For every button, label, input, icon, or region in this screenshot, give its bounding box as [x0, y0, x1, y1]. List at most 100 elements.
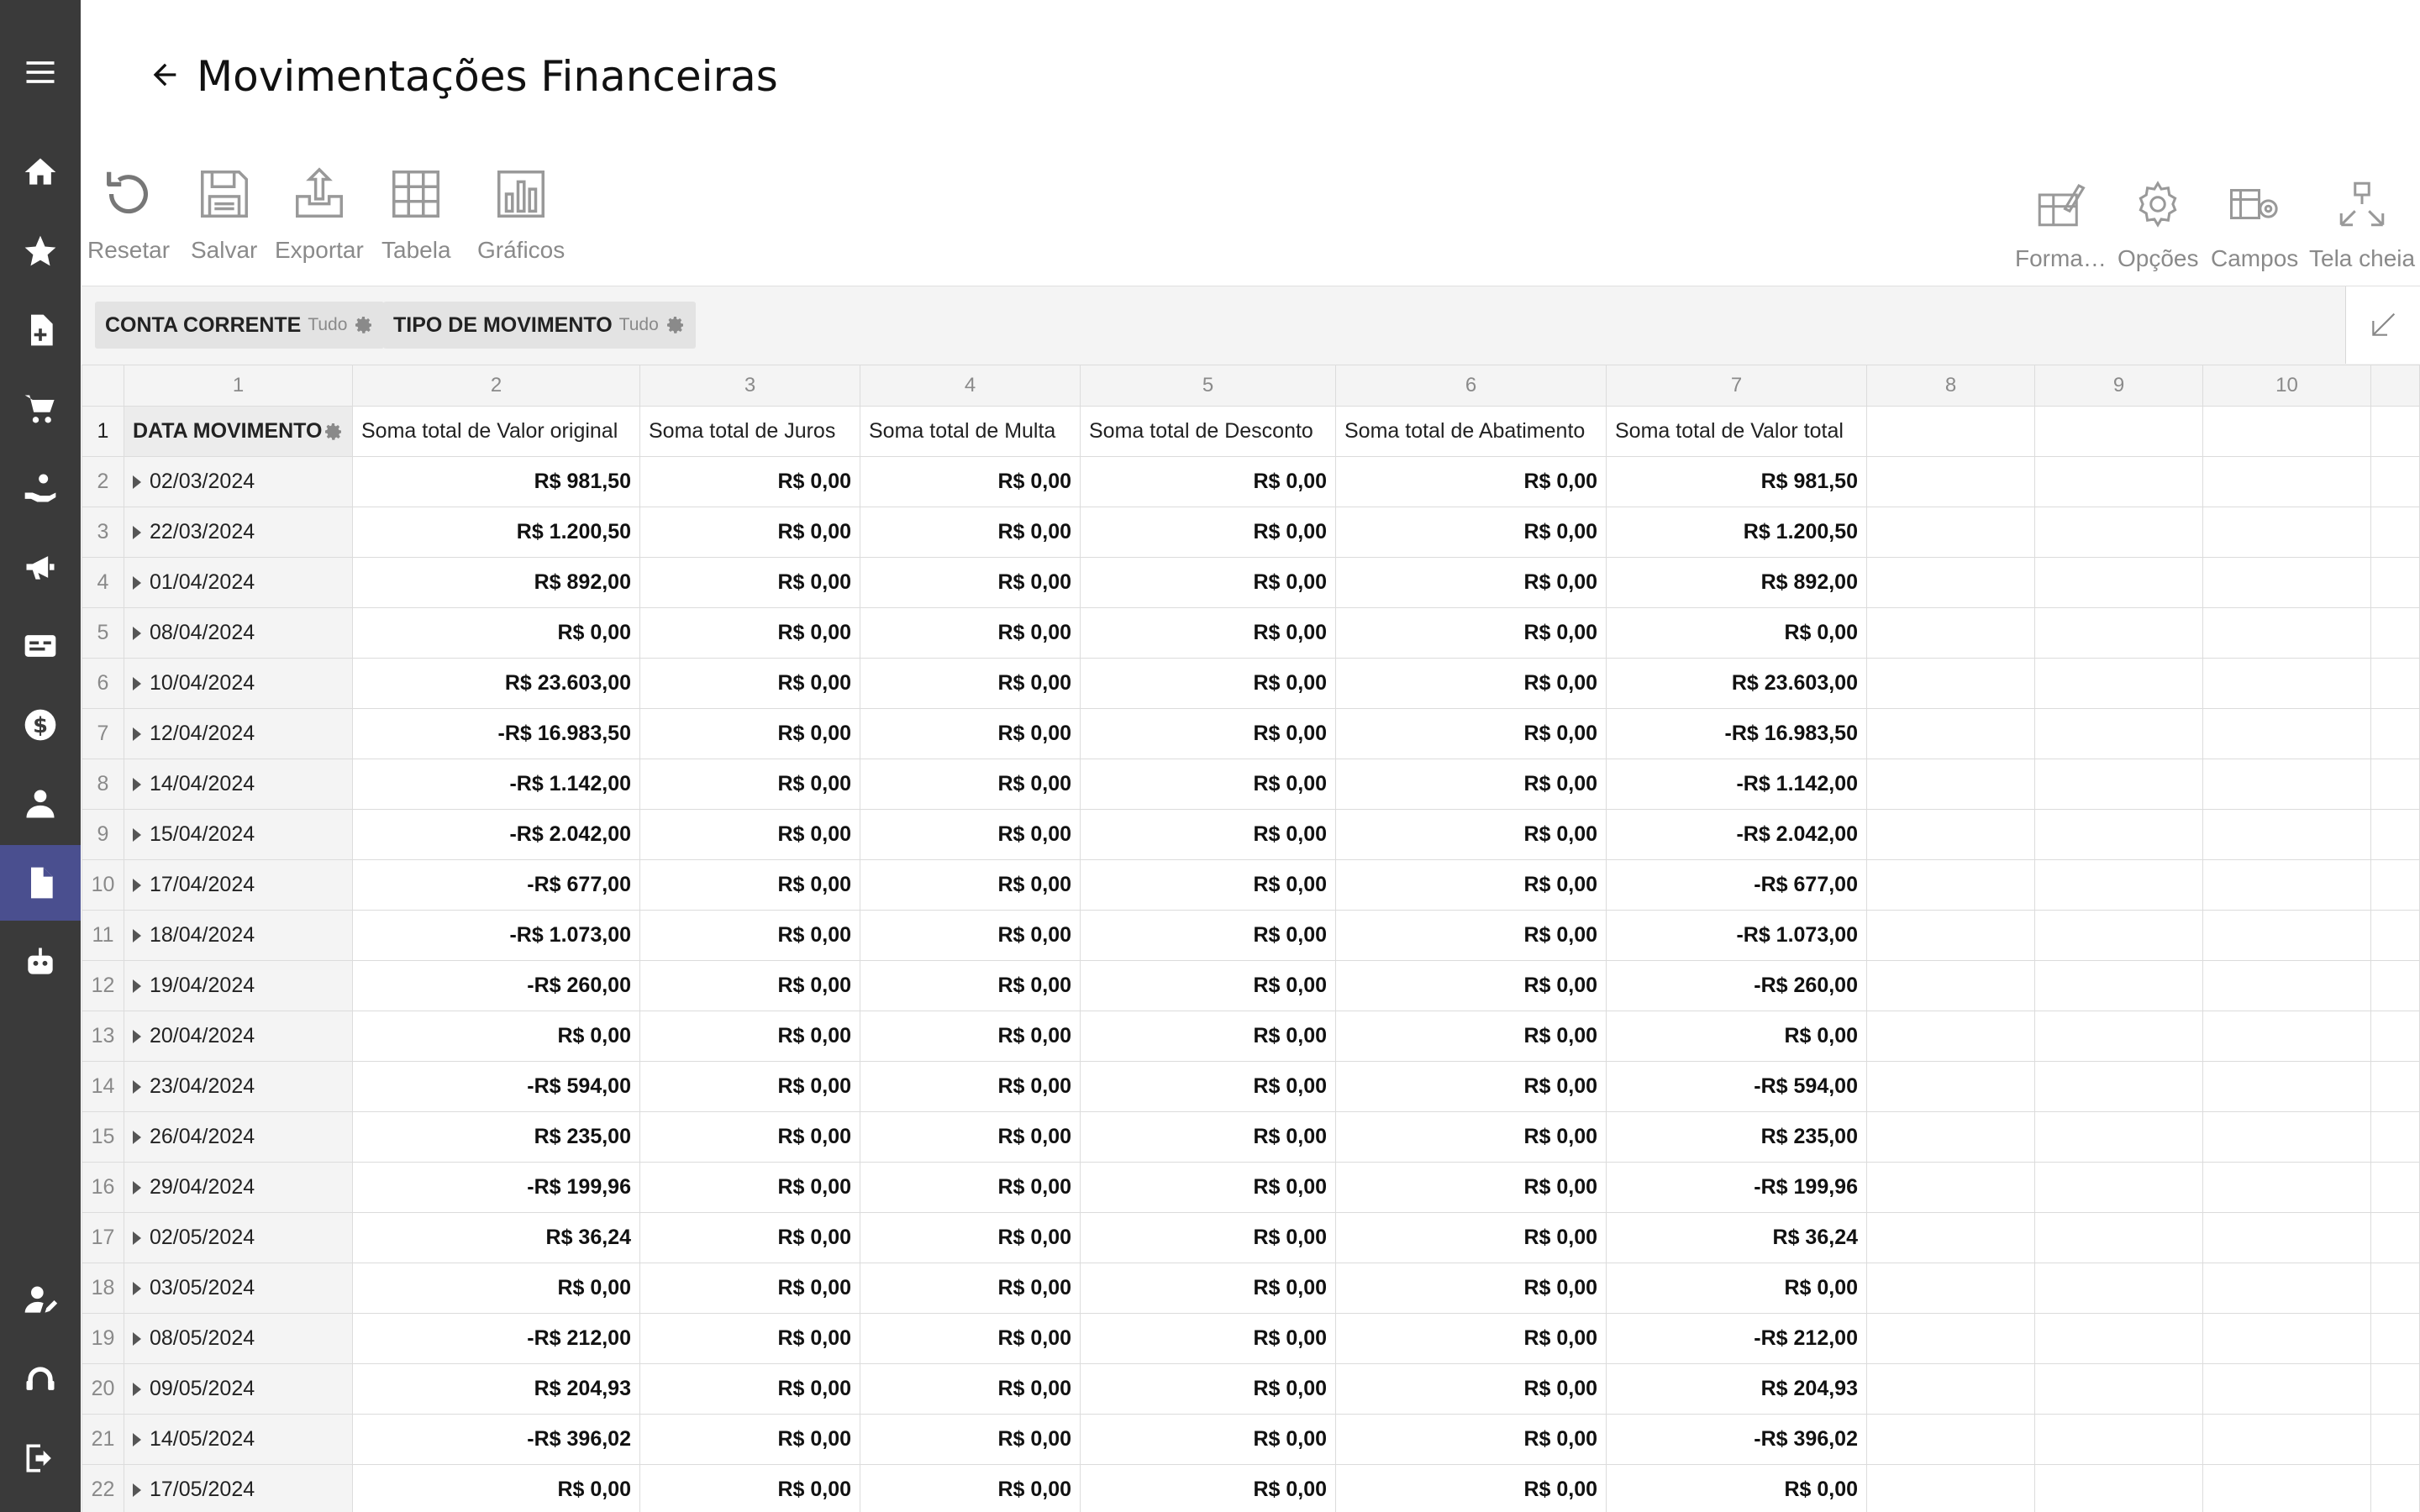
value-abatimento-cell[interactable]: R$ 0,00 — [1335, 960, 1607, 1011]
expand-triangle-icon[interactable] — [133, 828, 141, 843]
expand-triangle-icon[interactable] — [133, 677, 141, 691]
reset-button[interactable]: Resetar — [87, 165, 170, 264]
value-original-cell[interactable]: R$ 0,00 — [352, 1263, 640, 1314]
value-desconto-cell[interactable]: R$ 0,00 — [1080, 960, 1336, 1011]
sidebar-item-marketing[interactable] — [0, 529, 81, 605]
menu-button[interactable] — [0, 34, 81, 110]
table-row[interactable]: 6 10/04/2024 R$ 23.603,00 R$ 0,00 R$ 0,00 R$ … — [82, 658, 2420, 709]
row-field-header[interactable]: DATA MOVIMENTO — [124, 406, 353, 457]
value-original-cell[interactable]: -R$ 16.983,50 — [352, 708, 640, 759]
filter-chip-tipo-movimento[interactable]: TIPO DE MOVIMENTO Tudo — [383, 302, 696, 349]
fields-button[interactable]: Campos — [2211, 176, 2298, 272]
value-desconto-cell[interactable]: R$ 0,00 — [1080, 1464, 1336, 1512]
column-number[interactable]: 8 — [1866, 365, 2035, 407]
value-total-cell[interactable]: -R$ 199,96 — [1606, 1162, 1867, 1213]
value-original-cell[interactable]: -R$ 212,00 — [352, 1313, 640, 1364]
value-multa-cell[interactable]: R$ 0,00 — [860, 1263, 1081, 1314]
gear-icon[interactable] — [324, 422, 344, 442]
table-row[interactable]: 15 26/04/2024 R$ 235,00 R$ 0,00 R$ 0,00 R$ 0,… — [82, 1111, 2420, 1163]
value-multa-cell[interactable]: R$ 0,00 — [860, 1363, 1081, 1415]
row-date-cell[interactable]: 08/05/2024 — [124, 1313, 353, 1364]
row-date-cell[interactable]: 12/04/2024 — [124, 708, 353, 759]
value-desconto-cell[interactable]: R$ 0,00 — [1080, 557, 1336, 608]
value-juros-cell[interactable]: R$ 0,00 — [639, 1111, 860, 1163]
value-original-cell[interactable]: R$ 1.200,50 — [352, 507, 640, 558]
sidebar-item-logout[interactable] — [0, 1420, 81, 1496]
value-multa-cell[interactable]: R$ 0,00 — [860, 1061, 1081, 1112]
value-original-cell[interactable]: R$ 23.603,00 — [352, 658, 640, 709]
value-original-cell[interactable]: R$ 204,93 — [352, 1363, 640, 1415]
value-multa-cell[interactable]: R$ 0,00 — [860, 759, 1081, 810]
value-total-cell[interactable]: -R$ 212,00 — [1606, 1313, 1867, 1364]
value-abatimento-cell[interactable]: R$ 0,00 — [1335, 1061, 1607, 1112]
row-date-cell[interactable]: 19/04/2024 — [124, 960, 353, 1011]
value-total-cell[interactable]: -R$ 1.073,00 — [1606, 910, 1867, 961]
row-date-cell[interactable]: 14/05/2024 — [124, 1414, 353, 1465]
value-original-cell[interactable]: -R$ 1.142,00 — [352, 759, 640, 810]
value-multa-cell[interactable]: R$ 0,00 — [860, 1162, 1081, 1213]
value-multa-cell[interactable]: R$ 0,00 — [860, 1464, 1081, 1512]
sidebar-item-support[interactable] — [0, 1341, 81, 1417]
value-original-cell[interactable]: -R$ 199,96 — [352, 1162, 640, 1213]
row-date-cell[interactable]: 10/04/2024 — [124, 658, 353, 709]
table-row[interactable]: 5 08/04/2024 R$ 0,00 R$ 0,00 R$ 0,00 R$ 0,00 R… — [82, 607, 2420, 659]
value-juros-cell[interactable]: R$ 0,00 — [639, 1263, 860, 1314]
expand-triangle-icon[interactable] — [133, 778, 141, 792]
value-multa-cell[interactable]: R$ 0,00 — [860, 507, 1081, 558]
row-date-cell[interactable]: 22/03/2024 — [124, 507, 353, 558]
table-row[interactable]: 3 22/03/2024 R$ 1.200,50 R$ 0,00 R$ 0,00 R$ 0… — [82, 507, 2420, 558]
expand-triangle-icon[interactable] — [133, 727, 141, 742]
save-button[interactable]: Salvar — [191, 165, 257, 264]
value-total-cell[interactable]: R$ 981,50 — [1606, 456, 1867, 507]
value-original-cell[interactable]: -R$ 1.073,00 — [352, 910, 640, 961]
value-multa-cell[interactable]: R$ 0,00 — [860, 1313, 1081, 1364]
table-row[interactable]: 9 15/04/2024 -R$ 2.042,00 R$ 0,00 R$ 0,00 R$ … — [82, 809, 2420, 860]
sidebar-item-bills[interactable] — [0, 608, 81, 684]
value-juros-cell[interactable]: R$ 0,00 — [639, 607, 860, 659]
format-button[interactable]: Forma… — [2015, 176, 2107, 272]
value-abatimento-cell[interactable]: R$ 0,00 — [1335, 1464, 1607, 1512]
sidebar-item-finance[interactable]: $ — [0, 687, 81, 763]
value-multa-cell[interactable]: R$ 0,00 — [860, 910, 1081, 961]
expand-triangle-icon[interactable] — [133, 1080, 141, 1095]
value-abatimento-cell[interactable]: R$ 0,00 — [1335, 859, 1607, 911]
row-date-cell[interactable]: 20/04/2024 — [124, 1011, 353, 1062]
value-multa-cell[interactable]: R$ 0,00 — [860, 809, 1081, 860]
table-row[interactable]: 18 03/05/2024 R$ 0,00 R$ 0,00 R$ 0,00 R$ 0,00… — [82, 1263, 2420, 1314]
expand-triangle-icon[interactable] — [133, 1383, 141, 1397]
value-desconto-cell[interactable]: R$ 0,00 — [1080, 507, 1336, 558]
value-total-cell[interactable]: R$ 0,00 — [1606, 1263, 1867, 1314]
value-desconto-cell[interactable]: R$ 0,00 — [1080, 1313, 1336, 1364]
row-date-cell[interactable]: 02/03/2024 — [124, 456, 353, 507]
value-abatimento-cell[interactable]: R$ 0,00 — [1335, 1011, 1607, 1062]
expand-triangle-icon[interactable] — [133, 879, 141, 893]
value-total-cell[interactable]: -R$ 396,02 — [1606, 1414, 1867, 1465]
value-abatimento-cell[interactable]: R$ 0,00 — [1335, 809, 1607, 860]
sidebar-item-favorites[interactable] — [0, 213, 81, 289]
expand-triangle-icon[interactable] — [133, 1131, 141, 1145]
expand-triangle-icon[interactable] — [133, 929, 141, 943]
value-juros-cell[interactable]: R$ 0,00 — [639, 658, 860, 709]
measure-header[interactable]: Soma total de Valor original — [352, 406, 640, 457]
column-number[interactable]: 2 — [352, 365, 640, 407]
value-desconto-cell[interactable]: R$ 0,00 — [1080, 708, 1336, 759]
row-date-cell[interactable]: 23/04/2024 — [124, 1061, 353, 1112]
value-desconto-cell[interactable]: R$ 0,00 — [1080, 1011, 1336, 1062]
table-row[interactable]: 17 02/05/2024 R$ 36,24 R$ 0,00 R$ 0,00 R$ 0,0… — [82, 1212, 2420, 1263]
value-juros-cell[interactable]: R$ 0,00 — [639, 1464, 860, 1512]
value-juros-cell[interactable]: R$ 0,00 — [639, 910, 860, 961]
value-abatimento-cell[interactable]: R$ 0,00 — [1335, 1414, 1607, 1465]
value-total-cell[interactable]: R$ 23.603,00 — [1606, 658, 1867, 709]
value-total-cell[interactable]: R$ 0,00 — [1606, 1011, 1867, 1062]
table-row[interactable]: 20 09/05/2024 R$ 204,93 R$ 0,00 R$ 0,00 R$ 0,… — [82, 1363, 2420, 1415]
table-row[interactable]: 22 17/05/2024 R$ 0,00 R$ 0,00 R$ 0,00 R$ 0,00… — [82, 1464, 2420, 1512]
value-juros-cell[interactable]: R$ 0,00 — [639, 809, 860, 860]
fullscreen-button[interactable]: Tela cheia — [2309, 176, 2415, 272]
value-juros-cell[interactable]: R$ 0,00 — [639, 456, 860, 507]
collapse-filters-button[interactable] — [2345, 286, 2420, 364]
row-date-cell[interactable]: 17/04/2024 — [124, 859, 353, 911]
value-multa-cell[interactable]: R$ 0,00 — [860, 456, 1081, 507]
sidebar-item-receivables[interactable] — [0, 450, 81, 526]
expand-triangle-icon[interactable] — [133, 1030, 141, 1044]
value-desconto-cell[interactable]: R$ 0,00 — [1080, 1212, 1336, 1263]
